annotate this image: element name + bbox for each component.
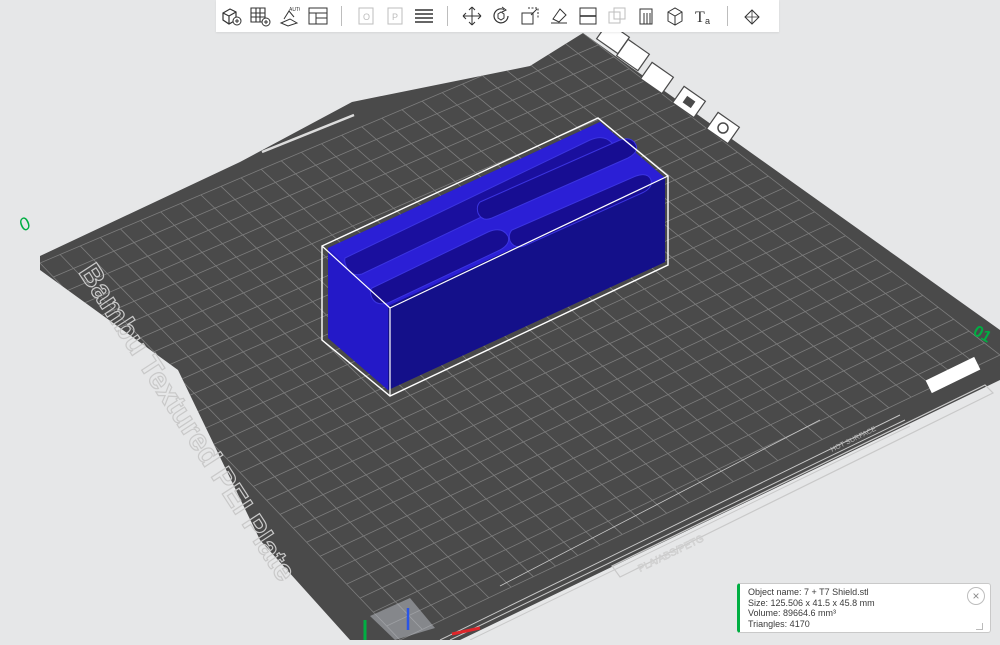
auto-orient-button[interactable]: AUTO	[276, 4, 301, 29]
boolean-icon	[608, 7, 625, 24]
lay-on-face-icon	[550, 8, 567, 24]
add-plate-button[interactable]	[247, 4, 272, 29]
measure-icon	[743, 9, 760, 25]
svg-text:P: P	[392, 12, 398, 22]
scale-icon	[521, 7, 538, 25]
object-volume: Volume: 89664.6 mm³	[748, 608, 837, 618]
toolbar-separator	[447, 6, 448, 26]
seam-paint-icon	[667, 7, 682, 26]
move-icon	[462, 6, 481, 26]
split-parts-icon: P	[387, 7, 402, 25]
3d-viewport[interactable]: Bambu Textured PEI Plate 0 01 PLA/ABS/PE…	[0, 0, 1000, 641]
split-objects-button[interactable]: O	[353, 4, 378, 29]
arrange-icon	[308, 7, 327, 25]
move-button[interactable]	[459, 4, 484, 29]
object-info-panel: Object name: 7 + T7 Shield.stl Size: 125…	[737, 583, 991, 633]
svg-text:T: T	[695, 9, 705, 26]
main-toolbar: AUTO O P Ta	[216, 0, 779, 32]
cut-button[interactable]	[575, 4, 600, 29]
measure-button[interactable]	[739, 4, 764, 29]
svg-text:a: a	[705, 16, 710, 26]
split-objects-icon: O	[358, 7, 373, 25]
object-triangles: Triangles: 4170	[748, 618, 810, 629]
text-button[interactable]: Ta	[691, 4, 716, 29]
layers-button[interactable]	[411, 4, 436, 29]
svg-text:O: O	[363, 12, 370, 22]
add-object-icon	[221, 8, 241, 26]
add-object-button[interactable]	[218, 4, 243, 29]
lay-on-face-button[interactable]	[546, 4, 571, 29]
rotate-button[interactable]	[488, 4, 513, 29]
origin-mark: 0	[15, 213, 35, 235]
rotate-icon	[492, 6, 509, 24]
split-parts-button[interactable]: P	[382, 4, 407, 29]
boolean-button[interactable]	[604, 4, 629, 29]
text-icon: Ta	[695, 9, 710, 26]
build-plate	[40, 33, 1000, 640]
arrange-button[interactable]	[305, 4, 330, 29]
add-plate-icon	[249, 7, 270, 27]
scale-button[interactable]	[517, 4, 542, 29]
resize-grip-icon[interactable]	[976, 623, 983, 630]
cut-icon	[579, 7, 596, 25]
toolbar-separator	[727, 6, 728, 26]
object-size: Size: 125.506 x 41.5 x 45.8 mm	[748, 597, 875, 608]
layers-icon	[414, 9, 433, 23]
seam-paint-button[interactable]	[662, 4, 687, 29]
toolbar-separator	[341, 6, 342, 26]
svg-text:AUTO: AUTO	[289, 7, 300, 13]
object-name: Object name: 7 + T7 Shield.stl	[748, 587, 869, 597]
auto-orient-icon: AUTO	[279, 7, 300, 27]
support-paint-icon	[639, 8, 652, 25]
close-icon[interactable]: ×	[967, 587, 985, 605]
support-paint-button[interactable]	[633, 4, 658, 29]
